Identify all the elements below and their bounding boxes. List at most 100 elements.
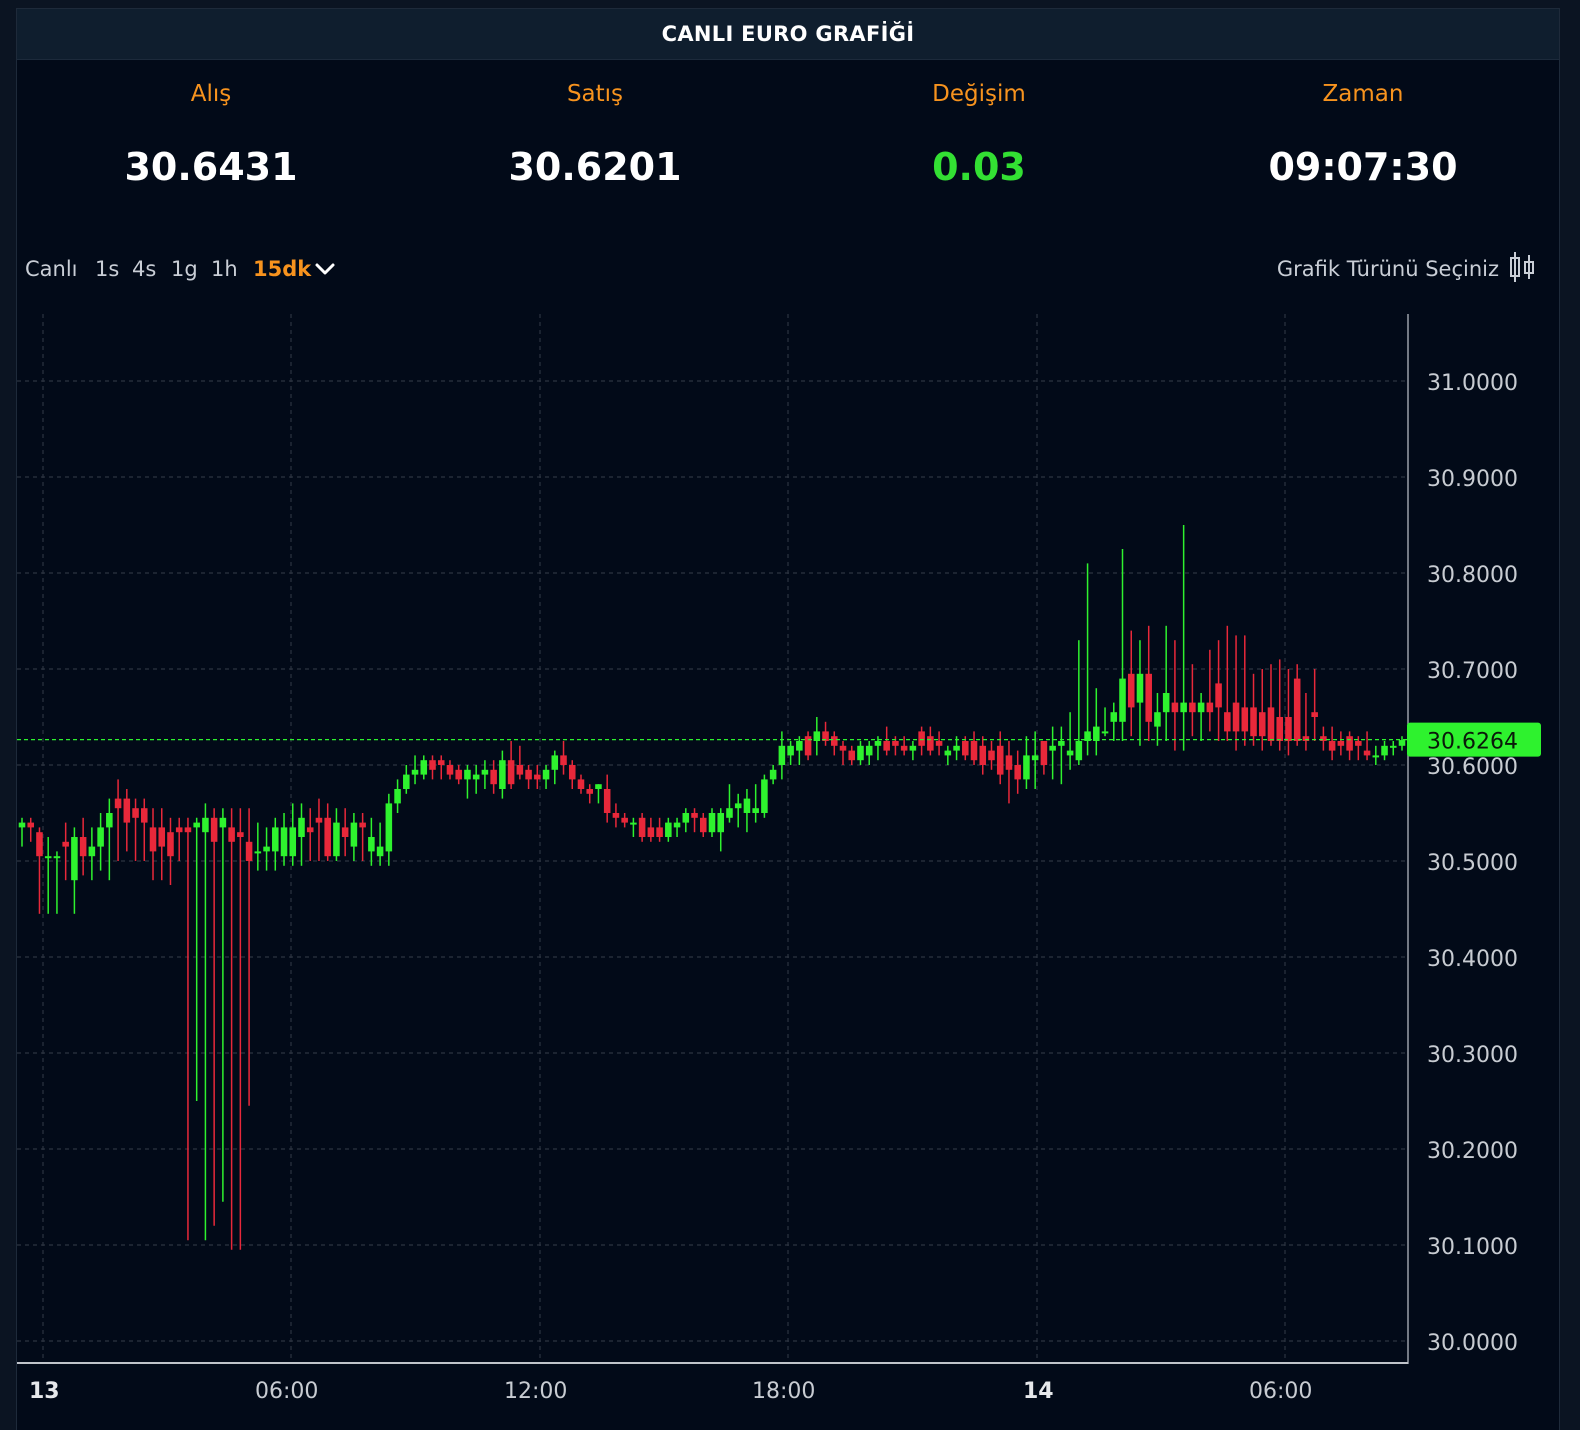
candle-body <box>341 827 349 837</box>
candle-body <box>280 827 288 857</box>
candle-body <box>175 827 183 833</box>
candle-body <box>551 755 559 770</box>
candle-body <box>612 813 620 818</box>
y-tick-label: 30.8000 <box>1427 563 1518 588</box>
candle-body <box>429 760 436 770</box>
candle-body <box>542 769 550 780</box>
candle-body <box>935 741 943 746</box>
candle-body <box>743 798 751 813</box>
candle-body <box>1005 755 1013 770</box>
candle-body <box>1363 750 1371 756</box>
candle-body <box>272 827 279 852</box>
y-tick-label: 30.2000 <box>1427 1139 1518 1164</box>
candle-body <box>787 745 794 756</box>
candle-body <box>350 822 358 847</box>
candle-body <box>673 822 681 828</box>
candle-body <box>368 837 375 852</box>
candle-body <box>394 789 401 804</box>
candle-body <box>507 760 515 785</box>
candle-body <box>1197 702 1205 713</box>
candle-body <box>1162 693 1170 713</box>
y-tick-label: 30.5000 <box>1427 851 1518 876</box>
candle-body <box>761 779 768 813</box>
candle-body <box>1189 702 1196 713</box>
candle-body <box>595 784 602 789</box>
x-tick-label: 06:00 <box>255 1379 318 1404</box>
y-tick-label: 30.3000 <box>1427 1043 1518 1068</box>
candle-body <box>586 789 593 794</box>
candle-body <box>918 731 925 746</box>
candle-body <box>455 769 462 780</box>
candle-body <box>228 827 235 842</box>
candle-body <box>769 769 777 780</box>
candle-body <box>499 760 506 789</box>
candle-body <box>1145 673 1152 722</box>
candle-body <box>953 745 960 751</box>
x-tick-label: 12:00 <box>504 1379 567 1404</box>
candle-body <box>1267 707 1275 741</box>
candle-body <box>385 803 393 852</box>
candle-body <box>141 808 148 823</box>
candle-body <box>839 745 847 751</box>
candle-body <box>1066 750 1074 756</box>
candle-body <box>1258 712 1266 737</box>
candle-body <box>315 817 323 823</box>
candle-body <box>1398 740 1406 746</box>
candle-body <box>289 827 297 857</box>
candle-body <box>944 750 952 756</box>
candle-body <box>18 822 26 828</box>
candle-body <box>219 817 227 828</box>
y-tick-label: 30.4000 <box>1427 947 1518 972</box>
candle-body <box>1110 712 1118 722</box>
candle-body <box>1127 673 1135 708</box>
candle-body <box>1101 731 1109 734</box>
candle-body <box>1381 745 1388 756</box>
candle-body <box>717 813 725 833</box>
candle-body <box>647 827 655 837</box>
x-tick-label: 06:00 <box>1249 1379 1312 1404</box>
candle-body <box>699 817 707 833</box>
candlestick-chart[interactable]: 31.0000 30.9000 30.8000 30.7000 30.6000 30.50… <box>17 9 1560 1430</box>
chart-widget: CANLI EURO GRAFİĞİ Alış 30.6431 Satış 30… <box>16 8 1560 1430</box>
candle-body <box>237 832 244 837</box>
candle-body <box>525 769 532 780</box>
candle-body <box>263 846 270 852</box>
candle-body <box>979 745 987 765</box>
candle-body <box>359 822 366 828</box>
candle-body <box>734 803 742 809</box>
candle-body <box>927 736 934 751</box>
candle-body <box>1241 707 1249 732</box>
candle-body <box>831 736 838 746</box>
candle-body <box>158 827 166 847</box>
candle-body <box>752 808 759 813</box>
candle-body <box>691 813 698 818</box>
y-tick-label: 30.0000 <box>1427 1331 1518 1356</box>
candle-body <box>1154 712 1161 727</box>
candle-body <box>333 822 340 857</box>
candle-body <box>324 817 331 857</box>
candle-body <box>568 765 576 780</box>
candle-body <box>1311 712 1318 717</box>
candle-body <box>1372 755 1380 758</box>
candle-body <box>1389 745 1397 748</box>
candle-body <box>437 760 445 765</box>
candle-body <box>656 827 663 837</box>
y-tick-label: 30.6000 <box>1427 755 1518 780</box>
candle-body <box>149 827 157 852</box>
candle-body <box>1224 712 1231 732</box>
candle-body <box>883 741 890 751</box>
candle-body <box>1058 741 1065 746</box>
candle-body <box>1276 717 1283 741</box>
candle-body <box>88 846 96 857</box>
candle-body <box>1355 741 1362 746</box>
candle-body <box>1215 683 1222 708</box>
candle-body <box>1232 702 1240 732</box>
candle-body <box>1040 741 1048 765</box>
candle-body <box>603 789 611 813</box>
candle-body <box>516 765 524 775</box>
candle-body <box>1093 726 1100 741</box>
candle-body <box>71 837 78 881</box>
candle-body <box>577 779 585 789</box>
candle-body <box>1119 678 1126 722</box>
candle-body <box>970 741 978 761</box>
